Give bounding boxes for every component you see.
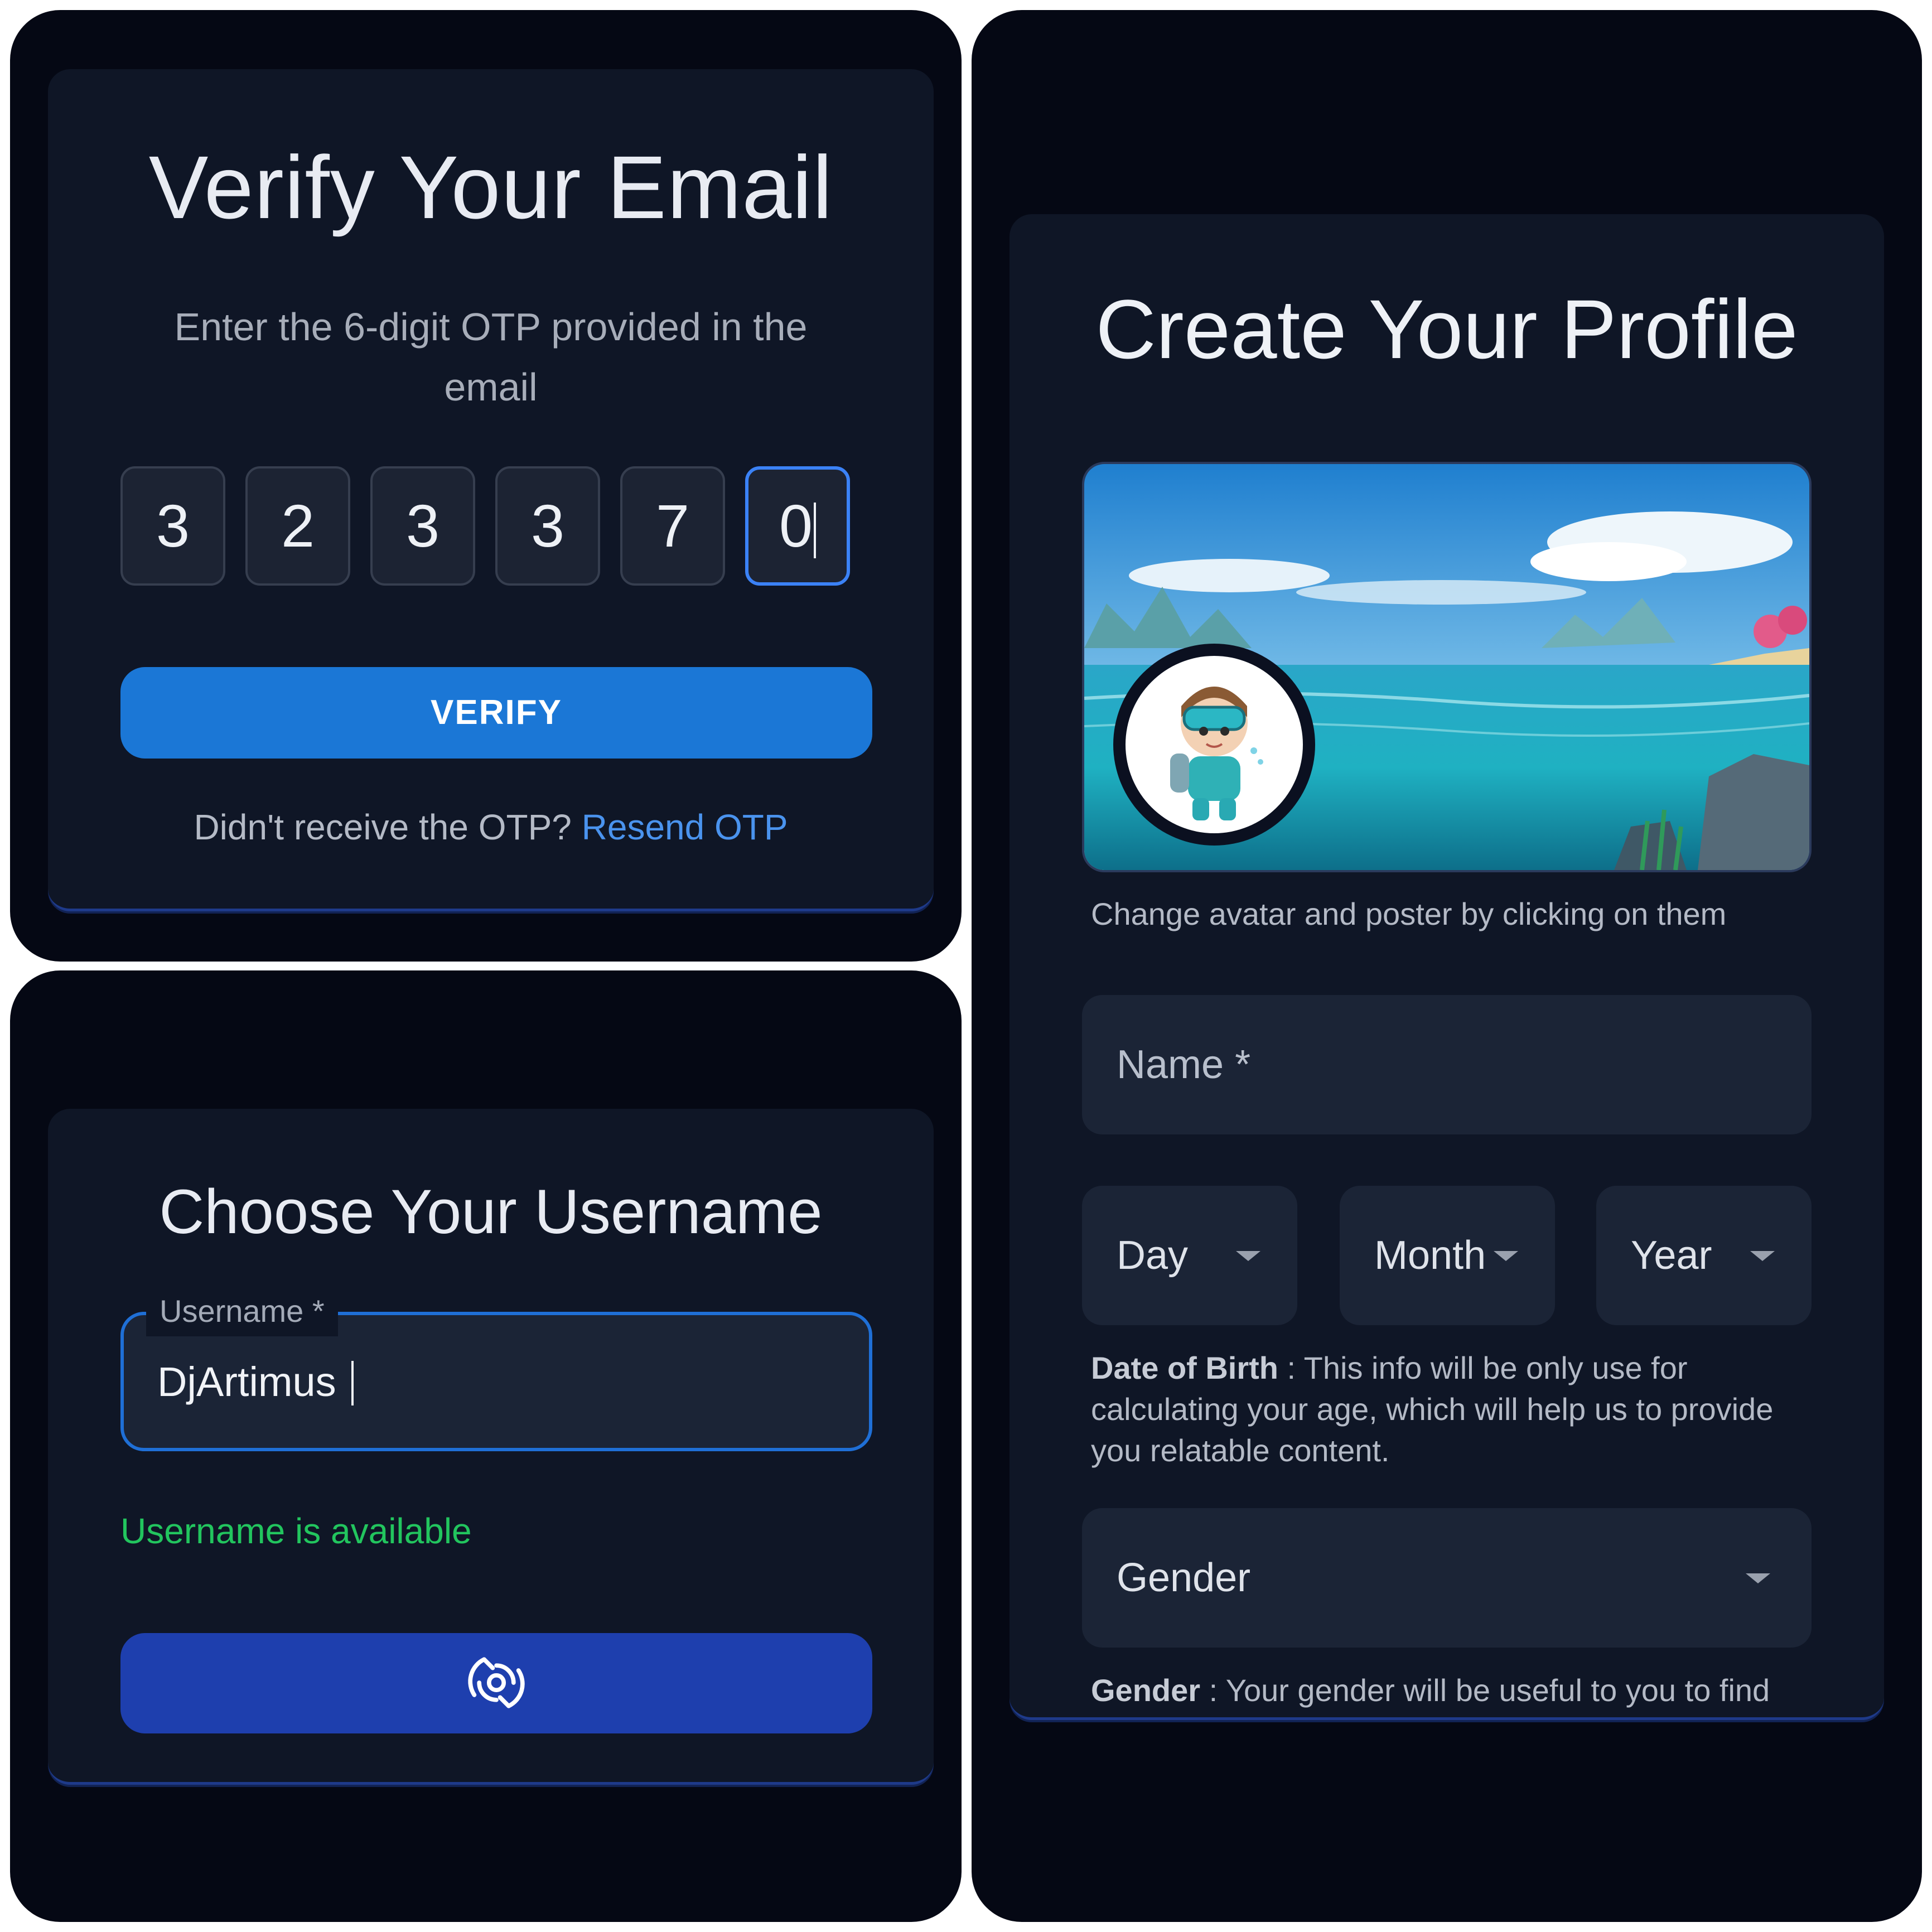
month-select[interactable]: Month	[1340, 1186, 1555, 1325]
chevron-down-icon	[1746, 1573, 1770, 1583]
otp-input-row: 3 2 3 3 7 0	[48, 69, 934, 909]
gender-label: Gender	[1117, 1556, 1251, 1600]
avatar-image	[1126, 656, 1303, 833]
name-field[interactable]: Name *	[1082, 995, 1812, 1134]
day-select[interactable]: Day	[1082, 1186, 1297, 1325]
create-profile-card: Create Your Profile Change avatar and po…	[1010, 214, 1884, 1720]
poster-hint: Change avatar and poster by clicking on …	[1091, 896, 1727, 931]
resend-otp-link[interactable]: Resend OTP	[582, 807, 788, 847]
verify-button[interactable]: VERIFY	[120, 667, 872, 759]
chevron-down-icon	[1236, 1251, 1260, 1261]
verify-email-screen: Verify Your Email Enter the 6-digit OTP …	[10, 10, 962, 962]
dob-note: Date of Birth : This info will be only u…	[1091, 1347, 1816, 1471]
loading-spinner-icon	[466, 1652, 527, 1715]
username-field-label: Username *	[146, 1286, 338, 1336]
month-label: Month	[1374, 1233, 1486, 1278]
otp-digit-5[interactable]: 7	[620, 466, 725, 586]
chevron-down-icon	[1494, 1251, 1518, 1261]
resend-prompt: Didn't receive the OTP?	[194, 807, 572, 847]
dob-note-label: Date of Birth	[1091, 1350, 1278, 1385]
name-placeholder: Name *	[1117, 1042, 1251, 1087]
choose-username-screen: Choose Your Username Username * Username…	[10, 970, 962, 1922]
chevron-down-icon	[1750, 1251, 1775, 1261]
gender-note: Gender : Your gender will be useful to y…	[1091, 1670, 1816, 1717]
text-caret	[351, 1361, 354, 1405]
username-input[interactable]	[157, 1349, 847, 1416]
username-status: Username is available	[120, 1511, 472, 1551]
username-title: Choose Your Username	[159, 1177, 823, 1247]
choose-username-card: Choose Your Username Username * Username…	[48, 1109, 934, 1785]
gender-note-label: Gender	[1091, 1673, 1201, 1708]
profile-title: Create Your Profile	[1095, 282, 1798, 376]
otp-digit-4[interactable]: 3	[495, 466, 600, 586]
otp-digit-6[interactable]: 0	[745, 466, 850, 586]
otp-digit-6-value: 0	[779, 492, 813, 559]
otp-digit-1[interactable]: 3	[120, 466, 225, 586]
text-caret	[814, 503, 817, 559]
verify-email-card: Verify Your Email Enter the 6-digit OTP …	[48, 69, 934, 911]
resend-otp-line: Didn't receive the OTP? Resend OTP	[48, 806, 934, 848]
otp-digit-3[interactable]: 3	[370, 466, 475, 586]
day-label: Day	[1117, 1233, 1189, 1278]
create-profile-screen: Create Your Profile Change avatar and po…	[972, 10, 1922, 1922]
year-select[interactable]: Year	[1596, 1186, 1812, 1325]
otp-digit-2[interactable]: 2	[245, 466, 350, 586]
year-label: Year	[1631, 1233, 1712, 1278]
username-submit-button[interactable]	[120, 1633, 872, 1733]
avatar[interactable]	[1113, 644, 1315, 846]
username-field[interactable]: Username *	[120, 1286, 872, 1451]
gender-select[interactable]: Gender	[1082, 1508, 1812, 1648]
